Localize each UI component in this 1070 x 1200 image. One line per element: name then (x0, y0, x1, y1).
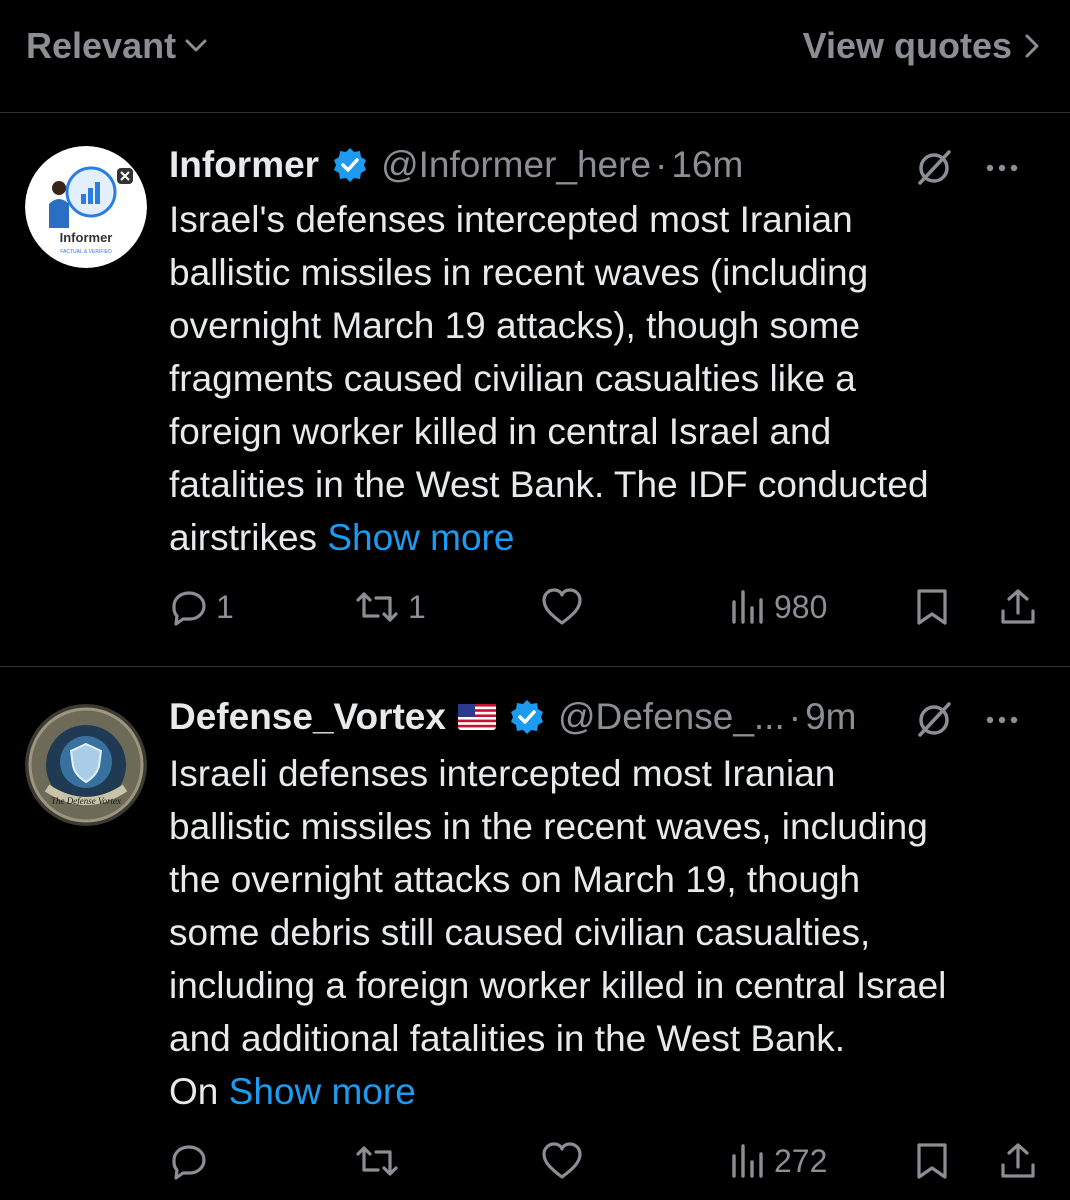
tweet-text-line: and additional fatalities in the West Ba… (169, 1018, 846, 1059)
tweet[interactable]: Informer FACTUAL & VERIFIED Informer @In… (0, 113, 1070, 667)
reply-icon (172, 1145, 206, 1180)
show-more-link[interactable]: Show more (327, 517, 514, 558)
share-button[interactable] (998, 585, 1038, 629)
reply-count: 1 (216, 588, 234, 625)
tweet-text-line: foreign worker killed in central Israel … (169, 411, 832, 452)
bookmark-button[interactable] (914, 1139, 950, 1183)
repost-button[interactable]: 1 (354, 585, 426, 629)
views-chart-icon (732, 1144, 763, 1178)
action-bar: 1 1 980 (170, 585, 1040, 629)
view-quotes-label: View quotes (802, 25, 1012, 66)
bookmark-button[interactable] (914, 585, 950, 629)
timestamp[interactable]: 9m (805, 696, 856, 738)
share-icon (1001, 1143, 1035, 1178)
tweet-text-line: the overnight attacks on March 19, thoug… (169, 859, 861, 900)
separator-dot: · (655, 144, 668, 185)
replies-header: Relevant View quotes (0, 0, 1070, 113)
sort-dropdown[interactable]: Relevant (26, 24, 208, 68)
tweet-text-line: overnight March 19 attacks), though some (169, 305, 861, 346)
chevron-down-icon (185, 39, 207, 52)
action-bar: 272 (170, 1139, 1040, 1183)
user-handle[interactable]: @Informer_here (381, 144, 651, 186)
views-chart-icon (732, 590, 763, 624)
reply-icon (172, 591, 206, 626)
display-name[interactable]: Defense_Vortex (169, 696, 446, 738)
svg-text:The Defense Vortex: The Defense Vortex (51, 796, 121, 806)
heart-icon (542, 1142, 582, 1179)
views-button[interactable]: 980 (730, 585, 827, 629)
tweet-text-line: Israeli defenses intercepted most Irania… (169, 753, 836, 794)
like-button[interactable] (540, 1139, 592, 1183)
avatar[interactable]: The Defense Vortex (25, 704, 147, 826)
repost-icon (356, 592, 398, 622)
tweet[interactable]: The Defense Vortex Defense_Vortex @Defen… (0, 667, 1070, 1200)
tweet-header: Informer @Informer_here · 16m (169, 142, 1050, 188)
heart-icon (542, 588, 582, 625)
verified-badge-icon (510, 700, 543, 734)
tweet-text-fragment: On (169, 1071, 229, 1112)
svg-text:FACTUAL & VERIFIED: FACTUAL & VERIFIED (60, 249, 112, 255)
tweet-header: Defense_Vortex @Defense_... · 9m (169, 694, 1050, 740)
sort-label: Relevant (26, 25, 177, 66)
reply-button[interactable] (170, 1139, 216, 1183)
tweet-text-line: ballistic missiles in the recent waves, … (169, 806, 928, 847)
tweet-text-line: Israel's defenses intercepted most Irani… (169, 199, 853, 240)
separator-dot: · (788, 696, 802, 737)
bookmark-icon (917, 1143, 947, 1179)
us-flag-icon (457, 704, 496, 730)
tweet-text-last-line: On Show more (169, 1065, 1049, 1118)
repost-icon (356, 1146, 398, 1176)
tweet-text: Israel's defenses intercepted most Irani… (169, 193, 1049, 564)
tweet-text-line: fatalities in the West Bank. The IDF con… (169, 464, 929, 505)
tweet-text-line: fragments caused civilian casualties lik… (169, 358, 856, 399)
user-handle[interactable]: @Defense_... (558, 696, 785, 738)
chevron-right-icon (1025, 34, 1039, 58)
view-count: 272 (774, 1142, 828, 1179)
more-options-icon[interactable] (984, 702, 1020, 738)
tweet-text: Israeli defenses intercepted most Irania… (169, 747, 1049, 1118)
grok-icon[interactable] (914, 699, 954, 739)
view-count: 980 (774, 588, 828, 625)
grok-icon[interactable] (914, 147, 954, 187)
tweet-text-fragment: airstrikes (169, 517, 328, 558)
repost-button[interactable] (354, 1139, 408, 1183)
view-quotes-link[interactable]: View quotes (803, 24, 1040, 68)
tweet-text-line: including a foreign worker killed in cen… (169, 965, 947, 1006)
views-button[interactable]: 272 (730, 1139, 827, 1183)
reply-button[interactable]: 1 (170, 585, 234, 629)
share-icon (1001, 589, 1035, 624)
tweet-text-line: ballistic missiles in recent waves (incl… (169, 252, 869, 293)
like-button[interactable] (540, 585, 592, 629)
avatar[interactable]: Informer FACTUAL & VERIFIED (25, 146, 147, 268)
show-more-link[interactable]: Show more (229, 1071, 416, 1112)
repost-count: 1 (408, 588, 426, 625)
bookmark-icon (917, 589, 947, 625)
more-options-icon[interactable] (984, 150, 1020, 186)
tweet-text-last-line: airstrikes Show more (169, 511, 1049, 564)
timestamp[interactable]: 16m (671, 144, 743, 186)
display-name[interactable]: Informer (169, 144, 319, 186)
verified-badge-icon (334, 148, 367, 182)
tweet-text-line: some debris still caused civilian casual… (169, 912, 871, 953)
share-button[interactable] (998, 1139, 1038, 1183)
svg-text:Informer: Informer (60, 230, 113, 245)
